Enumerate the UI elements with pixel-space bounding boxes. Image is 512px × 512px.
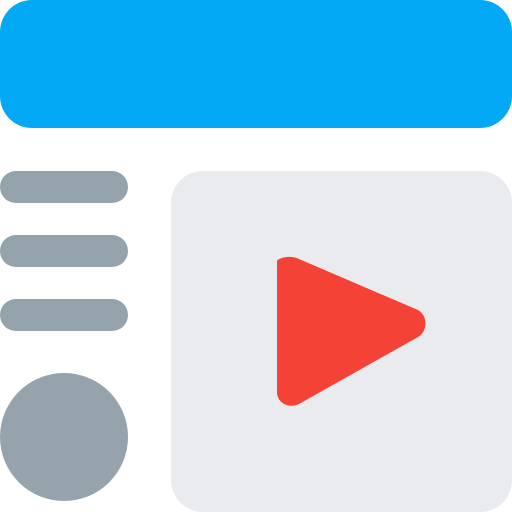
menu-line-2 (0, 235, 128, 267)
menu-line-3 (0, 299, 128, 331)
play-icon[interactable] (171, 171, 512, 512)
header-bar (0, 0, 512, 128)
menu-line-1 (0, 171, 128, 203)
video-panel[interactable] (171, 171, 512, 512)
video-page-icon (0, 0, 512, 512)
play-triangle (277, 256, 426, 406)
avatar (0, 373, 128, 501)
